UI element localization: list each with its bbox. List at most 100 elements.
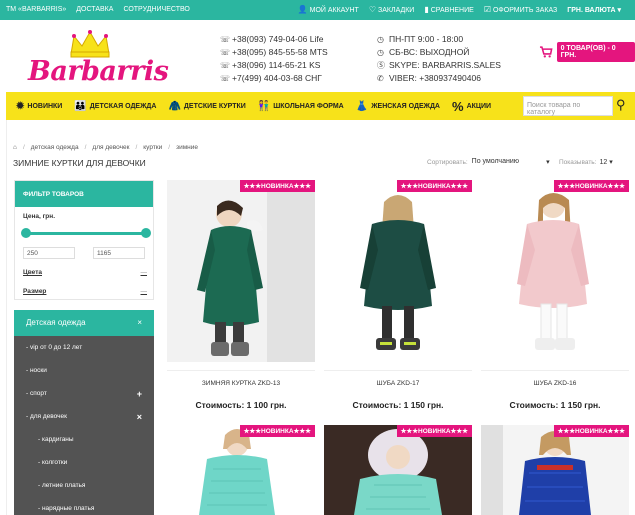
- collapse-icon: —: [140, 288, 148, 295]
- price-label: Цена, грн.: [23, 213, 56, 220]
- currency-dropdown[interactable]: ГРН. ВАЛЮТА ▾: [567, 6, 621, 14]
- hours-weekend: ◷ СБ-ВС: ВЫХОДНОЙ: [377, 47, 470, 57]
- price-slider-max-handle[interactable]: [141, 228, 151, 238]
- clock-icon: ◷: [377, 48, 384, 57]
- logo[interactable]: Barbarris: [28, 30, 169, 92]
- product-photo-fur-coat: [324, 180, 472, 362]
- breadcrumb-item[interactable]: детская одежда: [31, 144, 79, 151]
- new-badge: ★★★НОВИНКА★★★: [239, 180, 315, 192]
- price-max-input[interactable]: 1165: [93, 247, 145, 259]
- delivery-link[interactable]: ДОСТАВКА: [76, 6, 113, 13]
- product-photo-jacket: [167, 180, 315, 362]
- nav-item-school-uniform[interactable]: 👫 ШКОЛЬНАЯ ФОРМА: [258, 101, 344, 112]
- new-badge-icon: ✹: [16, 100, 25, 112]
- compare-link[interactable]: ▮ СРАВНЕНИЕ: [424, 5, 473, 14]
- cooperation-link[interactable]: СОТРУДНИЧЕСТВО: [123, 6, 189, 13]
- category-item[interactable]: - спорт +: [14, 382, 154, 405]
- chart-icon: ▮: [424, 5, 429, 14]
- product-image[interactable]: [324, 180, 472, 362]
- product-name[interactable]: ШУБА ZKD-16: [481, 380, 629, 387]
- product-price: Стоимость: 1 150 грн.: [352, 400, 444, 410]
- phone-icon: ☏: [220, 35, 231, 44]
- heart-icon: ♡: [368, 5, 376, 14]
- viber-contact: ✆ VIBER: +380937490406: [377, 73, 481, 83]
- phone-item: ☏ +7(499) 404-03-68 СНГ: [220, 73, 322, 83]
- breadcrumb-item[interactable]: для девочек: [92, 144, 129, 151]
- close-icon[interactable]: ×: [137, 318, 142, 328]
- hours-weekday: ◷ ПН-ПТ 9:00 - 18:00: [377, 34, 464, 44]
- filter-title: ФИЛЬТР ТОВАРОВ: [15, 181, 153, 207]
- checkout-link[interactable]: ☑ ОФОРМИТЬ ЗАКАЗ: [484, 5, 557, 14]
- sort-control: Сортировать: По умолчанию ▾: [427, 158, 550, 166]
- new-badge: ★★★НОВИНКА★★★: [239, 425, 315, 437]
- subcategory-item[interactable]: - летние платья: [14, 474, 154, 497]
- nav-item-women-clothes[interactable]: 👗 ЖЕНСКАЯ ОДЕЖДА: [356, 101, 440, 112]
- category-header[interactable]: Детская одежда ×: [14, 310, 154, 336]
- viber-icon: ✆: [377, 74, 384, 83]
- nav-item-kids-clothes[interactable]: 👪 ДЕТСКАЯ ОДЕЖДА: [74, 101, 156, 112]
- new-badge: ★★★НОВИНКА★★★: [553, 425, 629, 437]
- price-min-input[interactable]: 250: [23, 247, 75, 259]
- sort-select[interactable]: По умолчанию ▾: [472, 158, 550, 166]
- nav-item-sales[interactable]: % АКЦИИ: [452, 99, 491, 114]
- phone-item: ☏ +38(093) 749-04-06 Life: [220, 34, 324, 44]
- phone-icon: ☏: [220, 61, 231, 70]
- nav-item-new[interactable]: ✹ НОВИНКИ: [16, 101, 62, 112]
- product-price: Стоимость: 1 150 грн.: [509, 400, 601, 410]
- jacket-icon: 🧥: [168, 100, 181, 112]
- account-link[interactable]: 👤 МОЙ АККАУНТ: [298, 5, 359, 14]
- main-nav: ✹ НОВИНКИ 👪 ДЕТСКАЯ ОДЕЖДА 🧥 ДЕТСКИЕ КУРТКИ…: [6, 92, 635, 120]
- kids-icon: 👪: [74, 100, 87, 112]
- subcategory-item[interactable]: - колготки: [14, 451, 154, 474]
- skype-contact: Ⓢ SKYPE: BARBARRIS.SALES: [377, 60, 501, 70]
- breadcrumb-item[interactable]: зимние: [176, 144, 198, 151]
- filter-sizes[interactable]: Размер —: [23, 288, 147, 295]
- breadcrumb-item[interactable]: куртки: [143, 144, 162, 151]
- nav-item-kids-jackets[interactable]: 🧥 ДЕТСКИЕ КУРТКИ: [168, 101, 245, 112]
- product-name[interactable]: ЗИМНЯЯ КУРТКА ZKD-13: [167, 380, 315, 387]
- phone-icon: ☏: [220, 74, 231, 83]
- product-photo-pink-coat: [481, 180, 629, 362]
- cart-button[interactable]: 0 ТОВАР(ОВ) - 0 ГРН.: [556, 42, 635, 62]
- school-icon: 👫: [257, 100, 271, 112]
- product-image[interactable]: [481, 180, 629, 362]
- product-image[interactable]: [167, 425, 315, 515]
- category-menu: Детская одежда × - vip от 0 до 12 лет - н…: [14, 310, 154, 515]
- phone-list: ☏ +38(093) 749-04-06 Life ☏ +38(095) 845-5…: [220, 33, 328, 85]
- user-icon: 👤: [297, 5, 308, 14]
- top-links: ТМ «BARBARRIS» ДОСТАВКА СОТРУДНИЧЕСТВО: [6, 6, 190, 13]
- collapse-icon[interactable]: ×: [137, 412, 142, 422]
- product-name[interactable]: ШУБА ZKD-17: [324, 380, 472, 387]
- expand-icon[interactable]: +: [137, 389, 142, 399]
- checkbox-icon: ☑: [483, 5, 491, 14]
- subcategory-item[interactable]: - нарядные платья: [14, 497, 154, 515]
- new-badge: ★★★НОВИНКА★★★: [396, 180, 472, 192]
- price-slider-min-handle[interactable]: [21, 228, 31, 238]
- brand-link[interactable]: ТМ «BARBARRIS»: [6, 6, 66, 13]
- phone-item: ☏ +38(096) 114-65-21 KS: [220, 60, 321, 70]
- home-icon[interactable]: ⌂: [13, 144, 17, 151]
- product-image[interactable]: [481, 425, 629, 515]
- phone-icon: ☏: [220, 48, 231, 57]
- category-item[interactable]: - для девочек ×: [14, 405, 154, 428]
- category-item[interactable]: - vip от 0 до 12 лет: [14, 336, 154, 359]
- product-image[interactable]: [324, 425, 472, 515]
- product-photo-fur-hood-jacket: [324, 425, 472, 515]
- product-photo-blue-jacket: [481, 425, 629, 515]
- new-badge: ★★★НОВИНКА★★★: [396, 425, 472, 437]
- limit-select[interactable]: 12 ▾: [600, 158, 613, 166]
- filter-colors[interactable]: Цвета —: [23, 269, 147, 276]
- price-slider-track[interactable]: [25, 232, 145, 235]
- search-icon[interactable]: ⚲: [616, 97, 626, 113]
- breadcrumb: ⌂ / детская одежда / для девочек / куртк…: [13, 144, 199, 151]
- filter-panel: ФИЛЬТР ТОВАРОВ Цена, грн. 250 1165 Цвета…: [14, 180, 154, 300]
- sort-label: Сортировать:: [427, 158, 468, 166]
- category-item[interactable]: - носки: [14, 359, 154, 382]
- product-image[interactable]: [167, 180, 315, 362]
- top-bar: ТМ «BARBARRIS» ДОСТАВКА СОТРУДНИЧЕСТВО 👤…: [0, 0, 635, 20]
- subcategory-item[interactable]: - кардиганы: [14, 428, 154, 451]
- search-input[interactable]: Поиск товара по каталогу: [523, 96, 613, 116]
- percent-icon: %: [452, 98, 464, 114]
- bookmarks-link[interactable]: ♡ ЗАКЛАДКИ: [369, 5, 415, 14]
- cart[interactable]: 0 ТОВАР(ОВ) - 0 ГРН.: [539, 42, 635, 62]
